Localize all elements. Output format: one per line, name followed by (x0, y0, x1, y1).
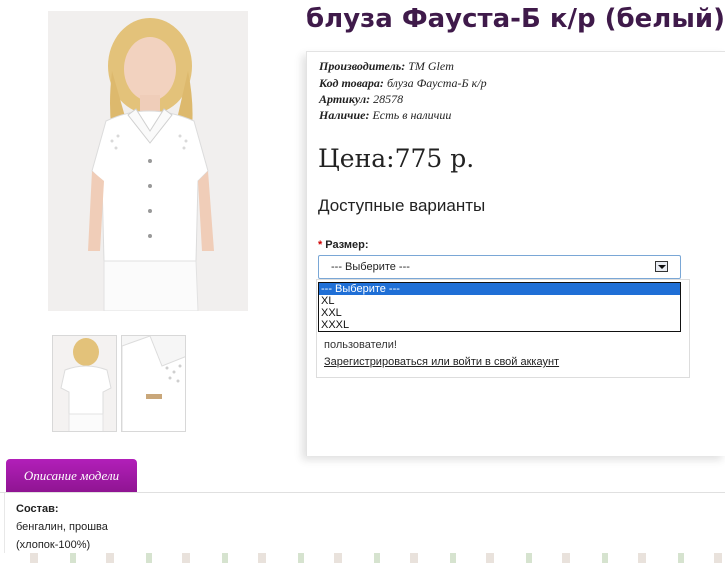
product-code-value: блуза Фауста-Б к/р (386, 76, 487, 90)
sku-value: 28578 (373, 92, 404, 106)
manufacturer-value: ТМ Glem (408, 59, 454, 73)
product-code-row: Код товара: блуза Фауста-Б к/р (319, 76, 487, 91)
size-option-xl[interactable]: XL (319, 295, 680, 307)
description-panel (4, 493, 725, 553)
manufacturer-label: Производитель: (319, 59, 406, 73)
product-photo (48, 11, 248, 311)
thumbnail-photo-detail (122, 336, 185, 431)
availability-label: Наличие: (319, 108, 370, 122)
size-select[interactable]: --- Выберите --- (318, 255, 681, 279)
manufacturer-row: Производитель: ТМ Glem (319, 59, 454, 74)
size-select-value: --- Выберите --- (331, 261, 410, 273)
product-thumbnail-back[interactable] (52, 335, 117, 432)
sku-label: Артикул: (319, 92, 371, 106)
product-title: блуза Фауста-Б к/р (белый) (306, 4, 725, 34)
product-info-panel: Производитель: ТМ Glem Код товара: блуза… (306, 51, 725, 456)
size-dropdown-list[interactable]: --- Выберите --- XL XXL XXXL (318, 282, 681, 332)
thumbnail-photo-back (53, 336, 116, 431)
sku-row: Артикул: 28578 (319, 92, 403, 107)
product-price: Цена:775 р. (318, 144, 475, 173)
composition-line-2: (хлопок-100%) (16, 539, 91, 551)
login-notice-text: пользователи! (324, 339, 397, 351)
composition-label: Состав: (16, 503, 59, 515)
composition-line-1: бенгалин, прошва (16, 521, 108, 533)
available-variants-heading: Доступные варианты (318, 196, 486, 215)
size-option-placeholder[interactable]: --- Выберите --- (319, 283, 680, 295)
product-thumbnail-detail[interactable] (121, 335, 186, 432)
availability-value: Есть в наличии (372, 108, 452, 122)
register-login-link[interactable]: Зарегистрироваться или войти в свой акка… (324, 356, 559, 368)
product-main-image[interactable] (48, 11, 248, 311)
decorative-footer-band (0, 553, 725, 563)
product-code-label: Код товара: (319, 76, 384, 90)
size-option-xxxl[interactable]: XXXL (319, 319, 680, 331)
size-label-text: Размер: (325, 239, 369, 251)
availability-row: Наличие: Есть в наличии (319, 108, 451, 123)
dropdown-arrow-icon[interactable] (655, 261, 668, 272)
tab-model-description[interactable]: Описание модели (6, 459, 137, 493)
required-mark: * (318, 239, 323, 251)
size-label: * Размер: (318, 239, 369, 251)
size-option-xxl[interactable]: XXL (319, 307, 680, 319)
